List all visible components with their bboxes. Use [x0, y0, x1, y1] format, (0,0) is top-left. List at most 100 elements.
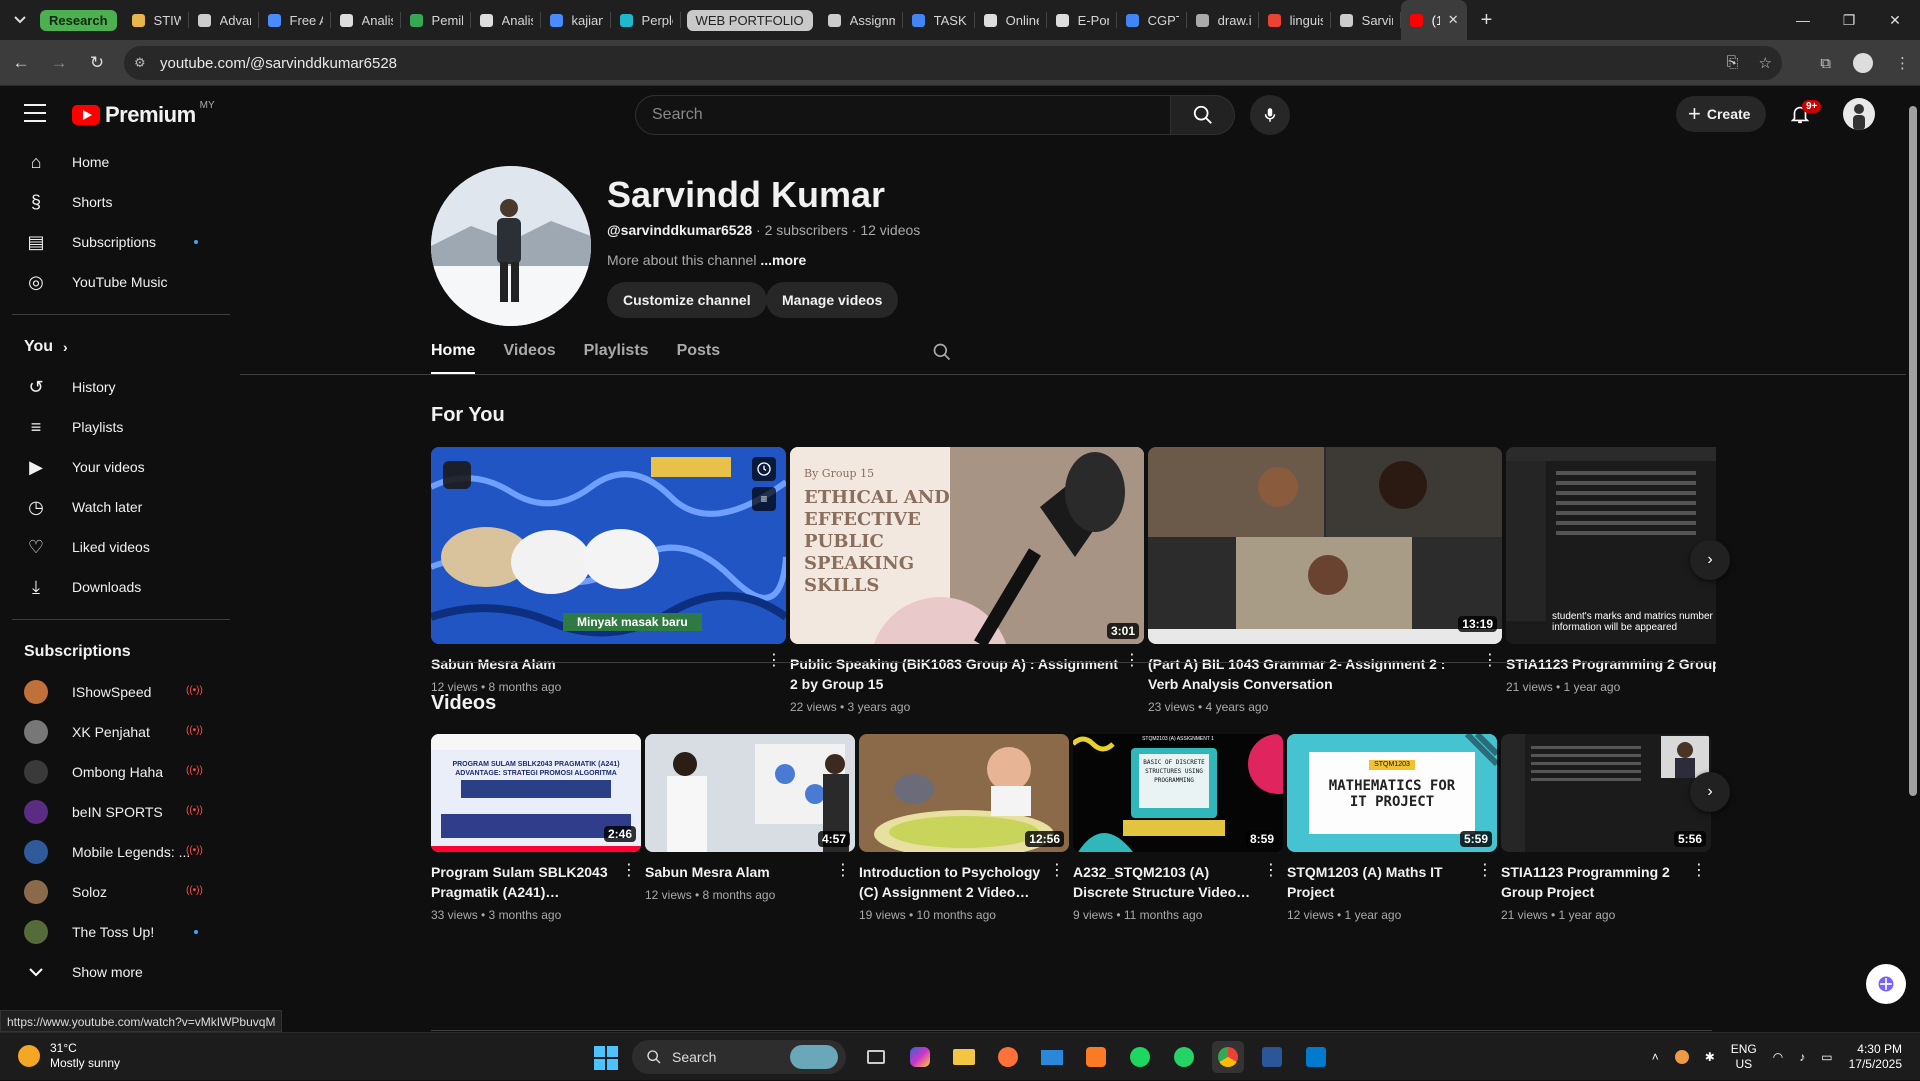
more-actions-icon[interactable]: ⋮ [1049, 860, 1065, 880]
browser-tab[interactable]: linguist [1259, 0, 1331, 40]
more-actions-icon[interactable]: ⋮ [766, 650, 782, 670]
chevron-up-icon[interactable]: ˄ [1652, 1050, 1659, 1064]
video-thumbnail[interactable]: By Group 15 ETHICAL AND EFFECTIVE PUBLIC… [790, 447, 1144, 644]
video-card[interactable]: 13:19 (Part A) BIL 1043 Grammar 2- Assig… [1148, 447, 1502, 714]
browser-tab[interactable]: Online [975, 0, 1047, 40]
shelf-next-button[interactable]: › [1690, 540, 1730, 580]
video-thumbnail[interactable]: ≡ Minyak masak baru [431, 447, 786, 644]
sidebar-item-shorts[interactable]: § Shorts [0, 182, 230, 222]
tab-videos[interactable]: Videos [503, 338, 555, 374]
video-thumbnail[interactable]: 12:56 [859, 734, 1069, 852]
install-app-icon[interactable]: ⎘ [1727, 54, 1739, 72]
sidebar-you-heading[interactable]: You › [0, 327, 230, 367]
browser-tab[interactable]: CGPT P [1117, 0, 1187, 40]
taskbar-search[interactable]: Search [632, 1040, 846, 1074]
shelf-next-button[interactable]: › [1690, 772, 1730, 812]
battery-icon[interactable]: ▭ [1821, 1050, 1832, 1064]
volume-icon[interactable]: ♪ [1799, 1050, 1805, 1064]
more-actions-icon[interactable]: ⋮ [835, 860, 851, 880]
copilot-icon[interactable] [904, 1041, 936, 1073]
browser-tab[interactable]: Analisis [331, 0, 401, 40]
firefox-icon[interactable] [992, 1041, 1024, 1073]
browser-tab[interactable]: draw.io [1187, 0, 1259, 40]
wifi-icon[interactable]: ◠ [1773, 1050, 1783, 1064]
word-icon[interactable] [1256, 1041, 1288, 1073]
subscription-item[interactable]: Mobile Legends: ... ((•)) [0, 832, 230, 872]
video-thumbnail[interactable]: 5:56 [1501, 734, 1711, 852]
video-title[interactable]: (Part A) BIL 1043 Grammar 2- Assignment … [1148, 654, 1502, 694]
video-card[interactable]: 5:56 STIA1123 Programming 2 Group Projec… [1501, 734, 1711, 922]
app-tray-icon[interactable] [1674, 1050, 1689, 1064]
close-window-icon[interactable]: ✕ [1872, 0, 1918, 40]
watch-later-icon[interactable] [752, 457, 776, 481]
browser-menu-icon[interactable]: ⋮ [1895, 54, 1910, 72]
sidebar-item-downloads[interactable]: ⤓ Downloads [0, 567, 230, 607]
new-tab-icon[interactable]: + [1481, 9, 1493, 32]
video-card[interactable]: STQM2103 (A) ASSIGNMENT 1 BASIC OF DISCR… [1073, 734, 1283, 922]
tab-posts[interactable]: Posts [677, 338, 721, 374]
more-actions-icon[interactable]: ⋮ [621, 860, 637, 880]
video-thumbnail[interactable]: PROGRAM SULAM SBLK2043 PRAGMATIK (A241) … [431, 734, 641, 852]
subscription-item[interactable]: Ombong Haha ((•)) [0, 752, 230, 792]
site-info-icon[interactable]: ⚙ [134, 55, 158, 71]
channel-more-link[interactable]: ...more [760, 252, 806, 268]
sidebar-item-history[interactable]: ↺ History [0, 367, 230, 407]
channel-about[interactable]: More about this channel ...more [607, 252, 806, 268]
tab-group-research[interactable]: Research [40, 9, 117, 31]
add-to-queue-icon[interactable]: ≡ [752, 487, 776, 511]
search-button[interactable] [1171, 95, 1235, 135]
video-thumbnail[interactable]: STQM2103 (A) ASSIGNMENT 1 BASIC OF DISCR… [1073, 734, 1283, 852]
clock[interactable]: 4:30 PM 17/5/2025 [1849, 1042, 1902, 1072]
vscode-icon[interactable] [1300, 1041, 1332, 1073]
xampp-icon[interactable] [1080, 1041, 1112, 1073]
channel-avatar[interactable] [431, 166, 591, 326]
browser-tab[interactable]: STIWK2 [123, 0, 189, 40]
back-icon[interactable]: ← [4, 46, 38, 80]
browser-tab[interactable]: Analisis [471, 0, 541, 40]
sidebar-item-watch-later[interactable]: ◷ Watch later [0, 487, 230, 527]
language-indicator[interactable]: ENG US [1731, 1042, 1757, 1072]
chrome-icon[interactable] [1212, 1041, 1244, 1073]
video-card[interactable]: By Group 15 ETHICAL AND EFFECTIVE PUBLIC… [790, 447, 1144, 714]
minimize-icon[interactable]: — [1780, 0, 1826, 40]
video-card[interactable]: 4:57 Sabun Mesra Alam ⋮ 12 views • 8 mon… [645, 734, 855, 922]
more-actions-icon[interactable]: ⋮ [1691, 860, 1707, 880]
manage-videos-button[interactable]: Manage videos [766, 282, 899, 318]
browser-tab[interactable]: Assignm [819, 0, 903, 40]
video-thumbnail[interactable]: student's marks and matrics number infor… [1506, 447, 1716, 644]
mail-icon[interactable] [1036, 1041, 1068, 1073]
bookmark-star-icon[interactable]: ☆ [1759, 54, 1772, 72]
subscription-item[interactable]: Soloz ((•)) [0, 872, 230, 912]
sidebar-item-your-videos[interactable]: ▶ Your videos [0, 447, 230, 487]
sidebar-item-liked-videos[interactable]: ♡ Liked videos [0, 527, 230, 567]
subscription-item[interactable]: The Toss Up! [0, 912, 230, 952]
page-scrollbar[interactable] [1906, 86, 1920, 1032]
browser-tab[interactable]: Perplex [611, 0, 681, 40]
video-thumbnail[interactable]: STQM1203 MATHEMATICS FOR IT PROJECT 5:59 [1287, 734, 1497, 852]
create-button[interactable]: + Create [1676, 96, 1767, 132]
browser-tab[interactable]: kajian k [541, 0, 611, 40]
video-card[interactable]: ≡ Minyak masak baru Sabun Mesra Alam ⋮ 1… [431, 447, 786, 714]
windows-start-icon[interactable] [594, 1046, 618, 1075]
account-avatar[interactable] [1843, 98, 1875, 130]
address-bar[interactable]: ⚙ youtube.com/@sarvinddkumar6528 ⎘ ☆ [124, 46, 1782, 80]
close-tab-icon[interactable]: ✕ [1448, 12, 1459, 28]
weather-widget[interactable]: 31°C Mostly sunny [18, 1041, 120, 1071]
tab-group-web-portfolio[interactable]: WEB PORTFOLIO [686, 9, 813, 31]
search-input[interactable] [652, 106, 1170, 124]
channel-search-icon[interactable] [932, 342, 952, 367]
video-title[interactable]: Sabun Mesra Alam [431, 654, 786, 674]
profile-icon[interactable] [1853, 53, 1873, 73]
task-view-icon[interactable] [860, 1041, 892, 1073]
video-title[interactable]: Public Speaking (BIK1083 Group A) : Assi… [790, 654, 1144, 694]
video-card[interactable]: 12:56 Introduction to Psychology (C) Ass… [859, 734, 1069, 922]
more-actions-icon[interactable]: ⋮ [1482, 650, 1498, 670]
tab-search-icon[interactable] [6, 6, 34, 34]
more-actions-icon[interactable]: ⋮ [1477, 860, 1493, 880]
video-title[interactable]: Sabun Mesra Alam [645, 862, 855, 882]
video-title[interactable]: Program Sulam SBLK2043 Pragmatik (A241) … [431, 862, 641, 902]
sidebar-item-home[interactable]: ⌂ Home [0, 142, 230, 182]
file-explorer-icon[interactable] [948, 1041, 980, 1073]
video-title[interactable]: STQM1203 (A) Maths IT Project [1287, 862, 1497, 902]
sidebar-item-youtube-music[interactable]: ◎ YouTube Music [0, 262, 230, 302]
